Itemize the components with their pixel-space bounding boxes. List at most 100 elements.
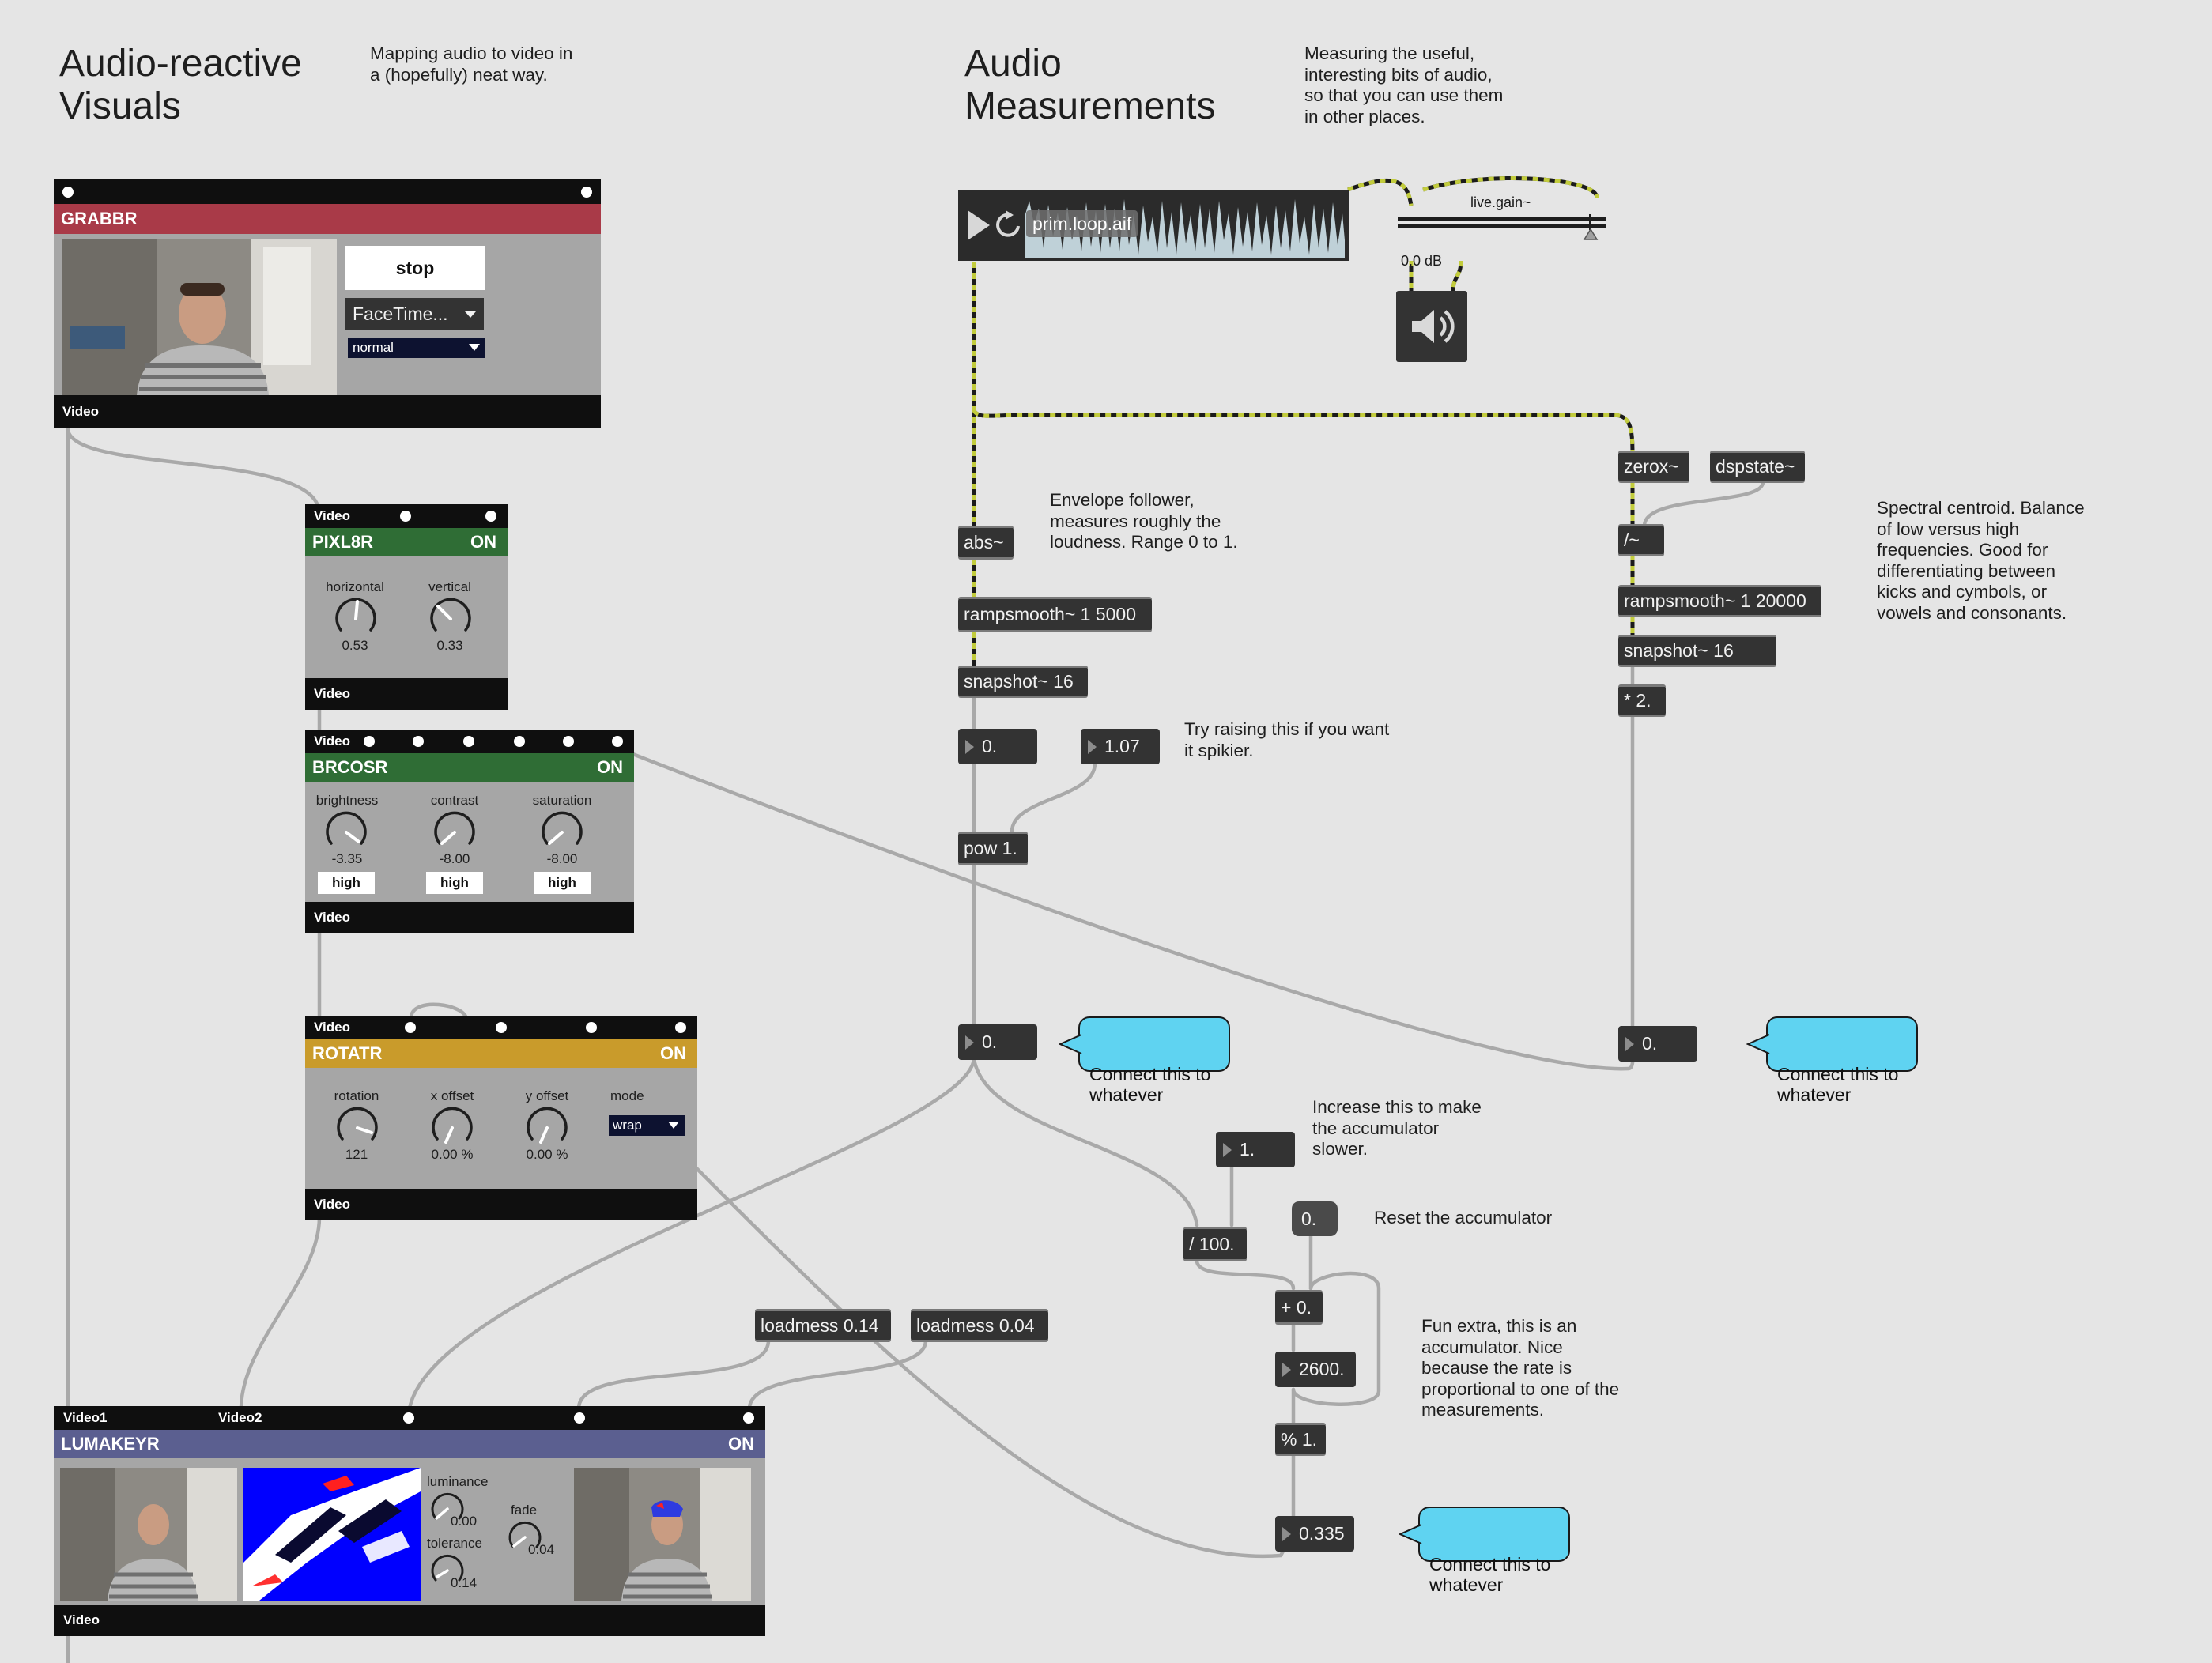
number-box-input[interactable]: 0. — [958, 729, 1037, 764]
lumakeyr-fade-value: 0.04 — [528, 1542, 555, 1557]
accumulator-value: 2600. — [1299, 1359, 1345, 1379]
lumakeyr-header: LUMAKEYR ON — [54, 1430, 765, 1458]
lumakeyr-inlet-3[interactable] — [403, 1412, 414, 1424]
gain-handle-icon[interactable] — [1583, 228, 1599, 241]
brcosr-brightness-quality-button[interactable]: high — [318, 872, 375, 894]
brcosr-inlet-2[interactable] — [364, 736, 375, 747]
rotatr-inlet-5[interactable] — [675, 1022, 686, 1033]
rotatr-module[interactable]: Video ROTATR ON rotation 121 x offset 0.… — [305, 1016, 697, 1220]
exponent-value: 1.07 — [1104, 736, 1140, 756]
rotatr-inlet-4[interactable] — [586, 1022, 597, 1033]
brcosr-inlet-6[interactable] — [563, 736, 574, 747]
rotatr-state[interactable]: ON — [660, 1043, 686, 1064]
chevron-down-icon — [469, 344, 480, 351]
pixl8r-vertical-dial[interactable] — [428, 597, 473, 636]
pixl8r-module[interactable]: Video PIXL8R ON horizontal 0.53 vertical… — [305, 504, 508, 710]
grabbr-mode-dropdown[interactable]: normal — [348, 338, 485, 358]
brcosr-inlet-7[interactable] — [612, 736, 623, 747]
dspstate-object[interactable]: dspstate~ — [1710, 451, 1805, 483]
gain-slider[interactable] — [1398, 214, 1606, 240]
cord-exp-pow — [1010, 761, 1097, 834]
grabbr-device-dropdown[interactable]: FaceTime... — [345, 298, 484, 330]
callout-pointer-icon — [1059, 1034, 1082, 1054]
callout-pointer-icon — [1746, 1034, 1770, 1054]
multiply-object[interactable]: * 2. — [1618, 684, 1666, 717]
gain-label: live.gain~ — [1470, 194, 1531, 210]
rotatr-yoffset-dial[interactable] — [525, 1106, 569, 1145]
lumakeyr-state[interactable]: ON — [728, 1434, 754, 1454]
rotatr-xoffset-value: 0.00 % — [431, 1147, 474, 1162]
brcosr-outlet-label: Video — [314, 910, 350, 925]
rate-value: 1. — [1240, 1139, 1255, 1160]
centroid-note: Spectral centroid. Balance of low versus… — [1877, 498, 2085, 623]
chevron-down-icon — [465, 311, 476, 318]
rampsmooth-object-1[interactable]: rampsmooth~ 1 5000 — [958, 597, 1152, 632]
accumulator-number-box[interactable]: 2600. — [1275, 1352, 1356, 1387]
rotatr-inlet-2[interactable] — [405, 1022, 416, 1033]
lumakeyr-output-preview — [574, 1468, 751, 1601]
grabbr-stop-button[interactable]: stop — [345, 246, 485, 290]
increase-note: Increase this to make the accumulator sl… — [1312, 1097, 1482, 1159]
lumakeyr-inlet-5[interactable] — [743, 1412, 754, 1424]
callout-centroid: Connect this to whatever — [1746, 1016, 1918, 1105]
rotatr-xoffset-dial[interactable] — [430, 1106, 474, 1145]
plus-object[interactable]: + 0. — [1275, 1290, 1323, 1325]
reset-message[interactable]: 0. — [1292, 1201, 1338, 1236]
brcosr-state[interactable]: ON — [597, 757, 623, 778]
grabbr-name: GRABBR — [61, 209, 138, 228]
brcosr-saturation-dial[interactable] — [540, 810, 584, 850]
pixl8r-state[interactable]: ON — [470, 532, 496, 552]
cord-rotatr-lumakeyr — [239, 1215, 322, 1411]
pixl8r-horizontal-dial[interactable] — [334, 597, 378, 636]
loadmess-object-2[interactable]: loadmess 0.04 — [911, 1309, 1048, 1342]
snapshot-object-1[interactable]: snapshot~ 16 — [958, 666, 1088, 698]
callout-accumulator-text: Connect this to whatever — [1429, 1554, 1551, 1595]
rampsmooth-object-2[interactable]: rampsmooth~ 1 20000 — [1618, 585, 1821, 617]
lumakeyr-module[interactable]: Video1 Video2 LUMAKEYR ON luminance 0.00… — [54, 1406, 765, 1636]
modulo-object[interactable]: % 1. — [1275, 1423, 1326, 1456]
brcosr-contrast-quality-button[interactable]: high — [426, 872, 483, 894]
snapshot-object-2[interactable]: snapshot~ 16 — [1618, 635, 1776, 667]
pixl8r-horizontal-label: horizontal — [326, 579, 384, 594]
rotatr-mode-dropdown[interactable]: wrap — [609, 1115, 685, 1136]
rotatr-mode-value: wrap — [613, 1118, 642, 1133]
waveform-display[interactable]: prim.loop.aif — [1025, 193, 1345, 258]
loadmess-object-1[interactable]: loadmess 0.14 — [755, 1309, 891, 1342]
abs-object[interactable]: abs~ — [958, 526, 1014, 560]
pixl8r-inlet-3[interactable] — [485, 511, 496, 522]
brcosr-inlet-4[interactable] — [463, 736, 474, 747]
number-box-input-value: 0. — [982, 736, 998, 756]
lumakeyr-inlet-4[interactable] — [574, 1412, 585, 1424]
pixl8r-inlet-2[interactable] — [400, 511, 411, 522]
brcosr-inlet-5[interactable] — [514, 736, 525, 747]
brcosr-contrast-dial[interactable] — [432, 810, 477, 850]
pow-object[interactable]: pow 1. — [958, 832, 1028, 865]
audio-file-player[interactable]: prim.loop.aif — [958, 190, 1349, 261]
zerox-object[interactable]: zerox~ — [1618, 451, 1689, 483]
rate-number-box[interactable]: 1. — [1216, 1132, 1295, 1167]
signal-divide-object[interactable]: /~ — [1618, 524, 1664, 556]
brcosr-module[interactable]: Video BRCOSR ON brightness -3.35 high co… — [305, 730, 634, 933]
rotatr-inlet-3[interactable] — [496, 1022, 507, 1033]
dac-button[interactable] — [1396, 291, 1467, 362]
brcosr-saturation-quality-button[interactable]: high — [534, 872, 591, 894]
grabbr-mode-label: normal — [353, 340, 394, 355]
brcosr-outlet-bar: Video — [305, 902, 634, 933]
grabbr-inlet-right[interactable] — [581, 187, 592, 198]
grabbr-inlet-left[interactable] — [62, 187, 74, 198]
exponent-number-box[interactable]: 1.07 — [1081, 729, 1160, 764]
brcosr-saturation-value: -8.00 — [546, 851, 578, 866]
right-section-title: Audio Measurements — [964, 43, 1216, 127]
reset-note: Reset the accumulator — [1374, 1208, 1553, 1227]
brcosr-inlet-3[interactable] — [413, 736, 424, 747]
accumulator-output-number[interactable]: 0.335 — [1275, 1516, 1354, 1552]
brcosr-brightness-dial[interactable] — [324, 810, 368, 850]
play-icon[interactable] — [968, 210, 990, 240]
rotatr-rotation-value: 121 — [345, 1147, 368, 1162]
brcosr-brightness-value: -3.35 — [331, 851, 363, 866]
grabbr-module[interactable]: GRABBR stop FaceTime... normal Video — [54, 179, 601, 428]
centroid-output-number[interactable]: 0. — [1618, 1026, 1697, 1062]
envelope-output-number[interactable]: 0. — [958, 1024, 1037, 1060]
divide-100-object[interactable]: / 100. — [1183, 1227, 1247, 1261]
rotatr-rotation-dial[interactable] — [335, 1106, 379, 1145]
